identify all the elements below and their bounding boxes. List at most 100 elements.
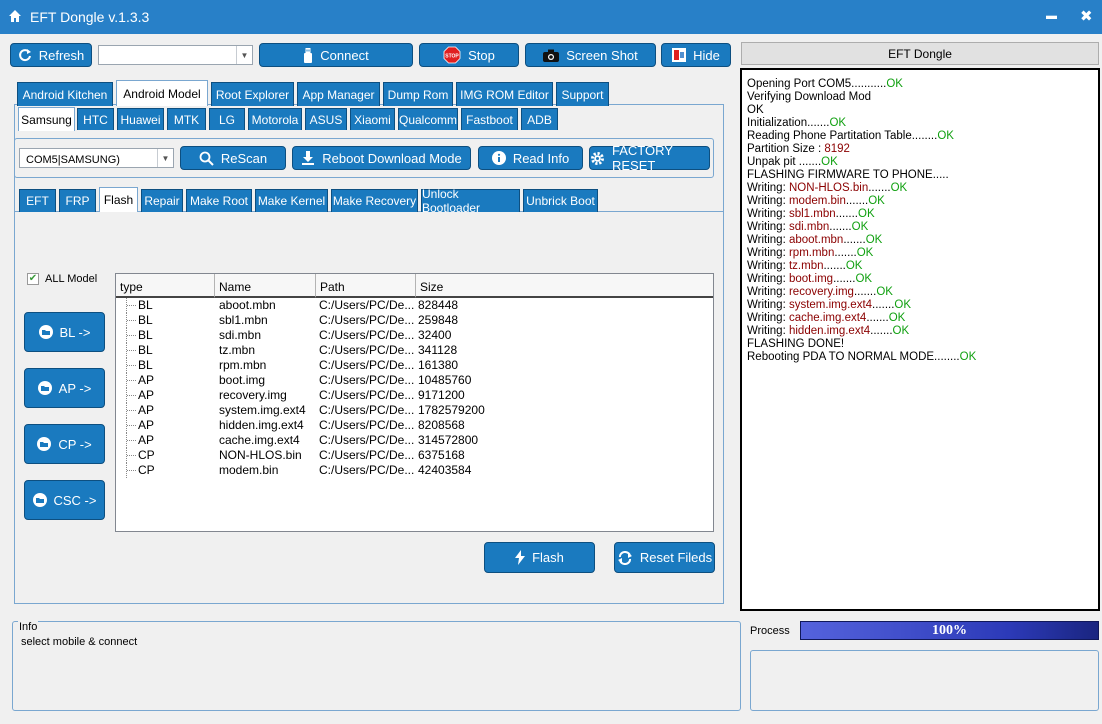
refresh-button[interactable]: Refresh bbox=[10, 43, 92, 67]
tab-eft[interactable]: EFT bbox=[19, 189, 56, 212]
column-header-size[interactable]: Size bbox=[416, 274, 713, 298]
table-row[interactable]: AP cache.img.ext4 C:/Users/PC/De... 3145728… bbox=[116, 433, 713, 448]
cell-size: 42403584 bbox=[418, 463, 472, 477]
log-segment: ....... bbox=[833, 273, 856, 285]
minimize-button[interactable]: ▬ bbox=[1046, 10, 1057, 22]
tab-make-kernel[interactable]: Make Kernel bbox=[255, 189, 328, 212]
cell-path: C:/Users/PC/De... bbox=[319, 388, 415, 402]
connect-button[interactable]: Connect bbox=[259, 43, 413, 67]
download-icon bbox=[301, 151, 315, 165]
tab-img-rom-editor[interactable]: IMG ROM Editor bbox=[456, 82, 553, 106]
tab-dump-rom[interactable]: Dump Rom bbox=[383, 82, 453, 106]
table-row[interactable]: CP NON-HLOS.bin C:/Users/PC/De... 6375168 bbox=[116, 448, 713, 463]
screenshot-button[interactable]: Screen Shot bbox=[525, 43, 656, 67]
stop-button[interactable]: STOP Stop bbox=[419, 43, 519, 67]
all-model-checkbox[interactable]: ✔ ALL Model bbox=[27, 273, 97, 285]
tree-connector-icon bbox=[126, 448, 138, 463]
info-group: Info select mobile & connect bbox=[12, 621, 741, 711]
log-line: FLASHING DONE! bbox=[747, 338, 1093, 351]
tab-xiaomi[interactable]: Xiaomi bbox=[350, 108, 395, 130]
column-header-path[interactable]: Path bbox=[316, 274, 416, 298]
tab-qualcomm[interactable]: Qualcomm bbox=[398, 108, 458, 130]
camera-icon bbox=[543, 49, 560, 62]
close-button[interactable]: ✖ bbox=[1080, 7, 1093, 25]
cell-path: C:/Users/PC/De... bbox=[319, 313, 415, 327]
log-segment: OK bbox=[868, 195, 885, 207]
cell-name: NON-HLOS.bin bbox=[219, 448, 302, 462]
chevron-down-icon[interactable]: ▼ bbox=[236, 46, 252, 64]
tab-repair[interactable]: Repair bbox=[141, 189, 183, 212]
tab-adb[interactable]: ADB bbox=[521, 108, 558, 130]
tab-flash[interactable]: Flash bbox=[99, 187, 138, 212]
read-info-button[interactable]: Read Info bbox=[478, 146, 583, 170]
tab-fastboot[interactable]: Fastboot bbox=[461, 108, 518, 130]
eft-dongle-header[interactable]: EFT Dongle bbox=[741, 42, 1099, 65]
tree-connector-icon bbox=[126, 403, 138, 418]
cell-path: C:/Users/PC/De... bbox=[319, 358, 415, 372]
cell-path: C:/Users/PC/De... bbox=[319, 343, 415, 357]
port-select[interactable]: ▼ bbox=[98, 45, 253, 65]
cp-button[interactable]: CP -> bbox=[24, 424, 105, 464]
tab-android-model[interactable]: Android Model bbox=[116, 80, 208, 106]
flash-button[interactable]: Flash bbox=[484, 542, 595, 573]
reboot-download-button[interactable]: Reboot Download Mode bbox=[292, 146, 471, 170]
tab-mtk[interactable]: MTK bbox=[167, 108, 206, 130]
tab-android-kitchen[interactable]: Android Kitchen bbox=[17, 82, 113, 106]
table-row[interactable]: AP boot.img C:/Users/PC/De... 10485760 bbox=[116, 373, 713, 388]
reset-fields-button[interactable]: Reset Fileds bbox=[614, 542, 715, 573]
tab-frp[interactable]: FRP bbox=[59, 189, 96, 212]
factory-reset-button[interactable]: FACTORY RESET bbox=[589, 143, 710, 173]
tree-connector-icon bbox=[126, 373, 138, 388]
log-segment: OK bbox=[865, 234, 883, 246]
log-segment: FLASHING DONE! bbox=[747, 338, 845, 350]
reboot-download-label: Reboot Download Mode bbox=[322, 150, 462, 166]
stop-sign-icon: STOP bbox=[443, 46, 461, 64]
tab-make-root[interactable]: Make Root bbox=[186, 189, 252, 212]
chevron-down-icon[interactable]: ▼ bbox=[157, 149, 173, 167]
tab-huawei[interactable]: Huawei bbox=[117, 108, 164, 130]
tab-unbrick-boot[interactable]: Unbrick Boot bbox=[523, 189, 598, 212]
cell-name: aboot.mbn bbox=[219, 298, 276, 312]
table-row[interactable]: AP hidden.img.ext4 C:/Users/PC/De... 820856… bbox=[116, 418, 713, 433]
table-row[interactable]: BL aboot.mbn C:/Users/PC/De... 828448 bbox=[116, 298, 713, 313]
device-port-select[interactable]: COM5|SAMSUNG) ▼ bbox=[19, 148, 174, 168]
tab-lg[interactable]: LG bbox=[209, 108, 245, 130]
bl-button[interactable]: BL -> bbox=[24, 312, 105, 352]
log-segment: modem.bin bbox=[788, 195, 846, 207]
ap-button[interactable]: AP -> bbox=[24, 368, 105, 408]
tab-support[interactable]: Support bbox=[556, 82, 609, 106]
column-header-name[interactable]: Name bbox=[215, 274, 316, 298]
tab-root-explorer[interactable]: Root Explorer bbox=[211, 82, 294, 106]
cell-name: hidden.img.ext4 bbox=[219, 418, 304, 432]
table-row[interactable]: BL sdi.mbn C:/Users/PC/De... 32400 bbox=[116, 328, 713, 343]
column-header-type[interactable]: type bbox=[116, 274, 215, 298]
hide-button[interactable]: Hide bbox=[661, 43, 731, 67]
tab-make-recovery[interactable]: Make Recovery bbox=[331, 189, 418, 212]
cell-type: BL bbox=[138, 298, 153, 312]
cell-type: BL bbox=[138, 358, 153, 372]
tab-motorola[interactable]: Motorola bbox=[248, 108, 302, 130]
table-row[interactable]: AP recovery.img C:/Users/PC/De... 9171200 bbox=[116, 388, 713, 403]
table-row[interactable]: BL rpm.mbn C:/Users/PC/De... 161380 bbox=[116, 358, 713, 373]
cell-size: 341128 bbox=[418, 343, 458, 357]
tab-asus[interactable]: ASUS bbox=[305, 108, 347, 130]
home-icon bbox=[9, 10, 21, 22]
tab-unlock-bootloader[interactable]: Unlock Bootloader bbox=[421, 187, 520, 215]
log-line: Writing: system.img.ext4.......OK bbox=[747, 299, 1093, 312]
window-title: EFT Dongle v.1.3.3 bbox=[30, 9, 150, 25]
csc-label: CSC -> bbox=[53, 492, 97, 508]
tab-htc[interactable]: HTC bbox=[77, 108, 114, 130]
cell-path: C:/Users/PC/De... bbox=[319, 298, 415, 312]
log-line: Writing: aboot.mbn.......OK bbox=[747, 234, 1093, 247]
table-row[interactable]: BL tz.mbn C:/Users/PC/De... 341128 bbox=[116, 343, 713, 358]
table-row[interactable]: AP system.img.ext4 C:/Users/PC/De... 178257… bbox=[116, 403, 713, 418]
rescan-button[interactable]: ReScan bbox=[180, 146, 286, 170]
table-row[interactable]: BL sbl1.mbn C:/Users/PC/De... 259848 bbox=[116, 313, 713, 328]
tab-app-manager[interactable]: App Manager bbox=[297, 82, 380, 106]
tab-samsung[interactable]: Samsung bbox=[18, 107, 75, 131]
log-segment: OK bbox=[892, 325, 910, 337]
table-row[interactable]: CP modem.bin C:/Users/PC/De... 42403584 bbox=[116, 463, 713, 478]
search-icon bbox=[199, 151, 214, 166]
checkbox-checked-icon[interactable]: ✔ bbox=[27, 273, 39, 285]
csc-button[interactable]: CSC -> bbox=[24, 480, 105, 520]
